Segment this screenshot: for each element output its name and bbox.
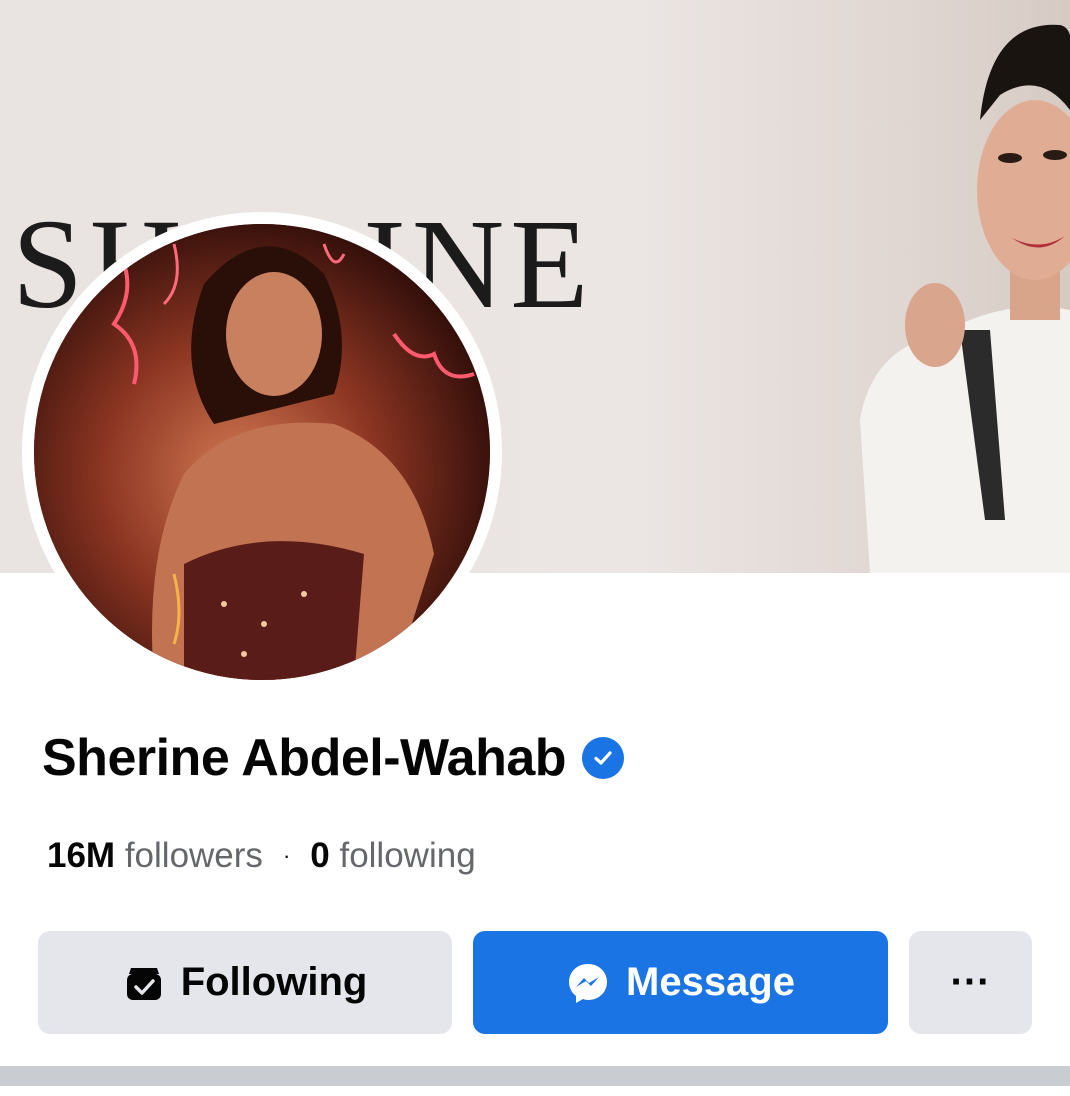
messenger-icon bbox=[566, 961, 610, 1005]
profile-name: Sherine Abdel-Wahab bbox=[42, 729, 567, 787]
followers-link[interactable]: 16M followers bbox=[47, 836, 263, 876]
profile-avatar[interactable] bbox=[34, 224, 490, 680]
cover-person-image bbox=[810, 0, 1070, 573]
following-label: following bbox=[339, 836, 476, 875]
following-check-icon bbox=[123, 962, 165, 1004]
followers-count: 16M bbox=[47, 836, 116, 875]
profile-name-row: Sherine Abdel-Wahab bbox=[42, 728, 625, 788]
more-options-icon: ··· bbox=[950, 960, 991, 1004]
stats-separator: · bbox=[282, 843, 291, 868]
message-button-label: Message bbox=[626, 960, 795, 1004]
followers-label: followers bbox=[124, 836, 263, 875]
following-count: 0 bbox=[310, 836, 330, 875]
avatar-photo bbox=[34, 224, 490, 680]
following-button[interactable]: Following bbox=[38, 931, 452, 1034]
more-options-button[interactable]: ··· bbox=[909, 931, 1032, 1034]
message-button[interactable]: Message bbox=[473, 931, 888, 1034]
following-button-label: Following bbox=[180, 960, 368, 1004]
follow-stats: 16M followers · 0 following bbox=[47, 836, 476, 876]
section-divider bbox=[0, 1066, 1070, 1086]
following-link[interactable]: 0 following bbox=[310, 836, 475, 876]
verified-badge-icon bbox=[582, 737, 625, 779]
